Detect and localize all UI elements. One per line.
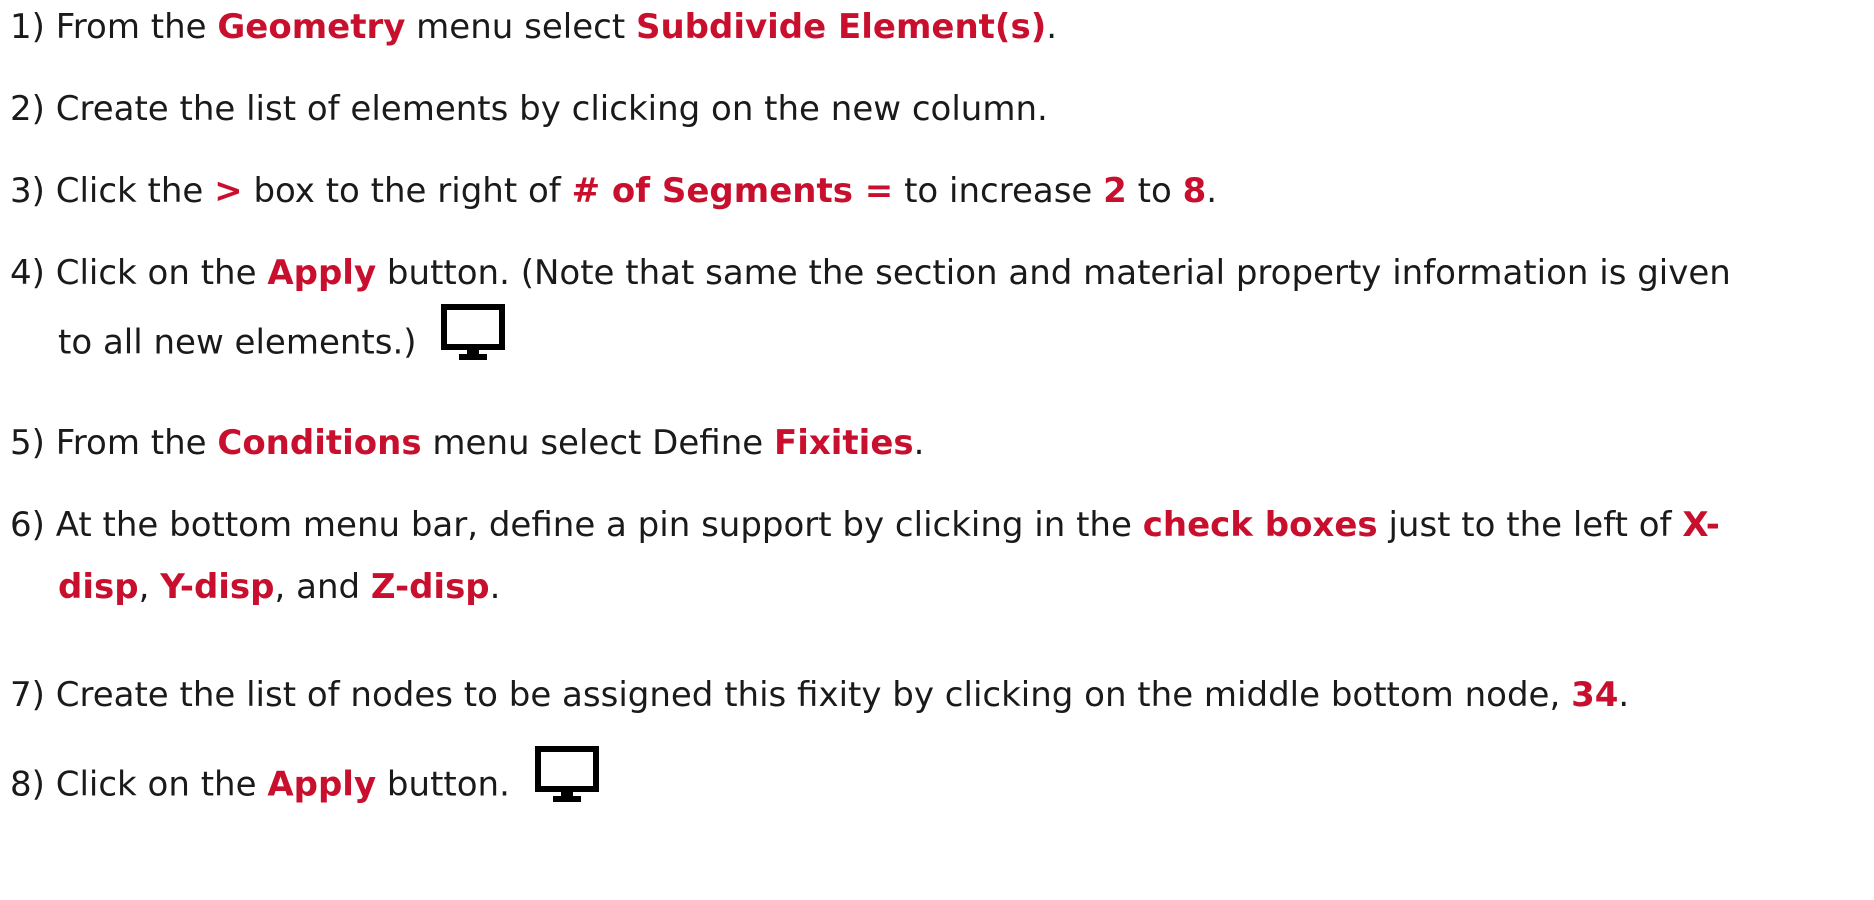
x-disp-label-cont: disp xyxy=(58,567,139,607)
step-number: 5) xyxy=(10,423,45,463)
step-5: 5) From the Conditions menu select Defin… xyxy=(10,416,1870,470)
segments-field-label: # of Segments = xyxy=(571,171,894,211)
step-text: . xyxy=(1206,171,1218,211)
step-1: 1) From the Geometry menu select Subdivi… xyxy=(10,0,1870,54)
step-4: 4) Click on the Apply button. (Note that… xyxy=(10,246,1870,380)
menu-name-conditions: Conditions xyxy=(217,423,422,463)
step-number: 2) xyxy=(10,89,45,129)
menu-item-subdivide: Subdivide Element(s) xyxy=(635,7,1047,47)
step-number: 3) xyxy=(10,171,45,211)
z-disp-label: Z-disp xyxy=(370,567,490,607)
step-text: button. (Note that same the section and … xyxy=(376,253,1731,293)
step-text: , and xyxy=(274,567,371,607)
node-number: 34 xyxy=(1571,675,1619,715)
step-text: . xyxy=(1618,675,1630,715)
step-8: 8) Click on the Apply button. xyxy=(10,746,1870,822)
value-from: 2 xyxy=(1103,171,1127,211)
step-6-line-2: disp, Y-disp, and Z-disp. xyxy=(10,560,1870,614)
step-number: 6) xyxy=(10,505,45,545)
step-text: just to the left of xyxy=(1377,505,1683,545)
step-number: 4) xyxy=(10,253,45,293)
step-text: to all new elements.) xyxy=(58,322,417,363)
step-text: Click on the xyxy=(55,253,268,293)
step-4-line-1: 4) Click on the Apply button. (Note that… xyxy=(10,246,1870,300)
step-7: 7) Create the list of nodes to be assign… xyxy=(10,668,1870,722)
step-text: to xyxy=(1126,171,1183,211)
value-to: 8 xyxy=(1182,171,1207,211)
step-text: to increase xyxy=(893,171,1104,211)
check-boxes-label: check boxes xyxy=(1142,505,1378,545)
step-text: , xyxy=(138,567,161,607)
step-text: Create the list of elements by clicking … xyxy=(55,89,1048,129)
apply-button-label: Apply xyxy=(267,253,377,293)
step-number: 7) xyxy=(10,675,45,715)
step-text: box to the right of xyxy=(242,171,572,211)
step-text: Create the list of nodes to be assigned … xyxy=(55,675,1572,715)
step-4-line-2: to all new elements.) xyxy=(10,304,1870,380)
step-text: From the xyxy=(55,423,218,463)
step-6: 6) At the bottom menu bar, define a pin … xyxy=(10,498,1870,614)
y-disp-label: Y-disp xyxy=(160,567,275,607)
apply-button-label: Apply xyxy=(267,764,377,805)
menu-item-fixities: Fixities xyxy=(773,423,914,463)
step-text: Click on the xyxy=(55,764,268,805)
monitor-icon[interactable] xyxy=(441,304,506,376)
step-text: button. xyxy=(376,764,510,805)
menu-name-geometry: Geometry xyxy=(217,7,406,47)
step-text: From the xyxy=(55,7,218,47)
step-2: 2) Create the list of elements by clicki… xyxy=(10,82,1870,136)
step-text: Click the xyxy=(55,171,215,211)
step-text: menu select Define xyxy=(421,423,774,463)
step-6-line-1: 6) At the bottom menu bar, define a pin … xyxy=(10,498,1870,552)
x-disp-label: X- xyxy=(1682,505,1720,545)
step-number: 8) xyxy=(10,764,45,805)
monitor-icon[interactable] xyxy=(534,746,599,818)
step-text: . xyxy=(1046,7,1058,47)
step-text: At the bottom menu bar, define a pin sup… xyxy=(55,505,1143,545)
step-number: 1) xyxy=(10,7,45,47)
increment-arrow-label: > xyxy=(214,171,243,211)
step-text: . xyxy=(913,423,925,463)
step-text: menu select xyxy=(405,7,636,47)
step-text: . xyxy=(489,567,501,607)
step-3: 3) Click the > box to the right of # of … xyxy=(10,164,1870,218)
